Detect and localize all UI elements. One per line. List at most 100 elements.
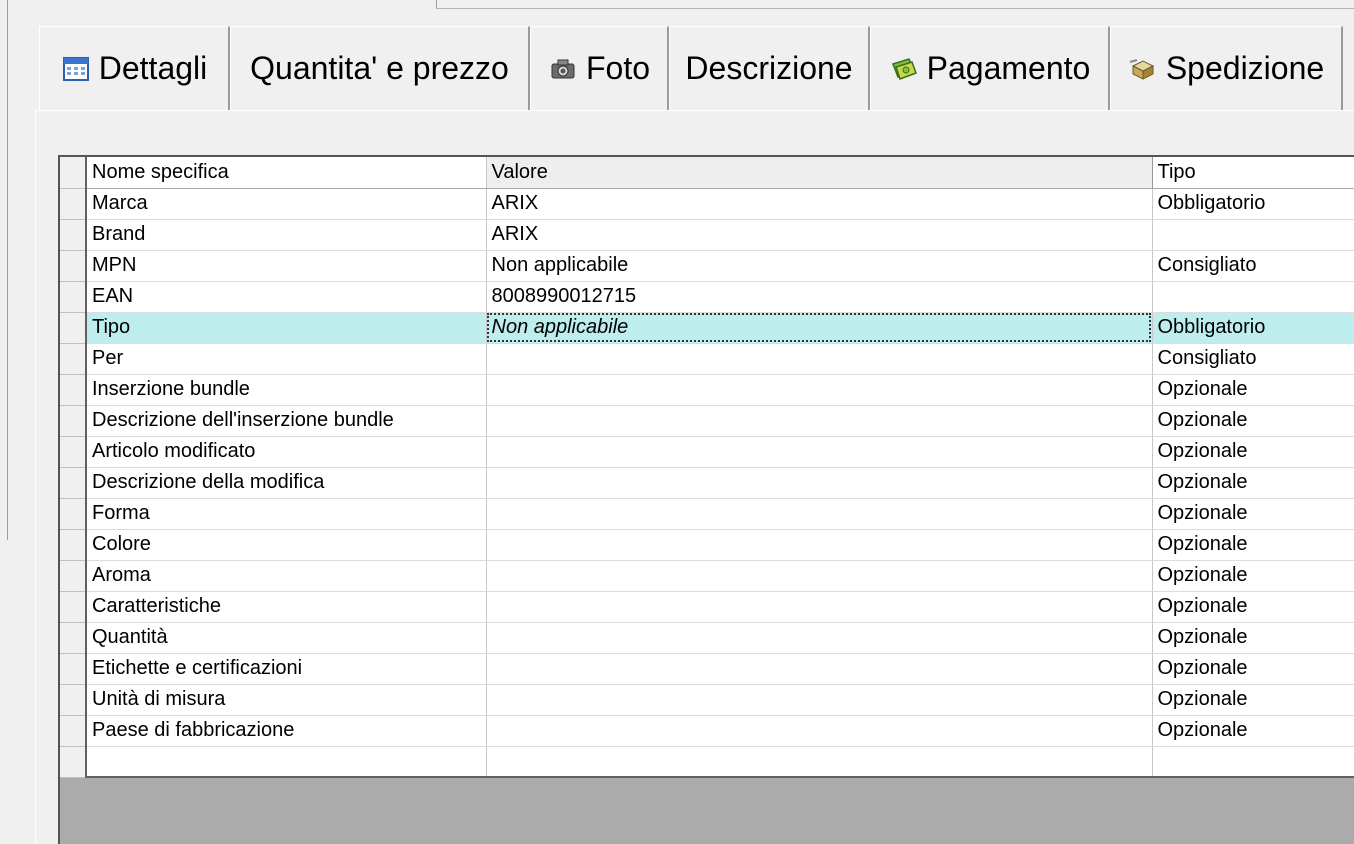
table-row[interactable]: EAN 8008990012715 [60, 281, 1354, 313]
cell-value[interactable] [486, 343, 1153, 375]
table-row[interactable] [60, 746, 1354, 778]
specifics-grid[interactable]: Nome specifica Valore Tipo Marca ARIX Obbl… [58, 155, 1354, 844]
cell-name[interactable]: EAN [86, 281, 487, 313]
cell-value[interactable] [486, 591, 1153, 623]
cell-name[interactable]: Quantità [86, 622, 487, 654]
row-selector[interactable] [60, 374, 87, 406]
cell-name[interactable]: MPN [86, 250, 487, 282]
table-row[interactable]: Per Consigliato [60, 343, 1354, 375]
tab-descrizione[interactable]: Descrizione [669, 26, 870, 110]
column-header-type[interactable]: Tipo [1152, 157, 1354, 189]
table-row[interactable]: Aroma Opzionale [60, 560, 1354, 592]
row-selector[interactable] [60, 560, 87, 592]
row-selector[interactable] [60, 312, 87, 344]
row-selector[interactable] [60, 405, 87, 437]
row-selector[interactable] [60, 529, 87, 561]
cell-name[interactable]: Colore [86, 529, 487, 561]
cell-value[interactable] [486, 653, 1153, 685]
cell-type[interactable]: Opzionale [1152, 467, 1354, 499]
cell-value[interactable] [486, 715, 1153, 747]
tab-pagamento[interactable]: Pagamento [870, 26, 1110, 110]
table-row[interactable]: Unità di misura Opzionale [60, 684, 1354, 716]
table-row[interactable]: Colore Opzionale [60, 529, 1354, 561]
cell-value[interactable] [486, 746, 1153, 778]
cell-name[interactable]: Caratteristiche [86, 591, 487, 623]
table-row[interactable]: Marca ARIX Obbligatorio [60, 188, 1354, 220]
cell-type[interactable]: Opzionale [1152, 374, 1354, 406]
cell-type[interactable]: Opzionale [1152, 653, 1354, 685]
cell-name[interactable]: Inserzione bundle [86, 374, 487, 406]
cell-type[interactable] [1152, 746, 1354, 778]
cell-value[interactable]: ARIX [486, 188, 1153, 220]
row-selector[interactable] [60, 467, 87, 499]
row-selector[interactable] [60, 343, 87, 375]
table-row[interactable]: Brand ARIX [60, 219, 1354, 251]
cell-name[interactable]: Tipo [86, 312, 487, 344]
cell-type[interactable]: Opzionale [1152, 684, 1354, 716]
cell-name[interactable]: Descrizione dell'inserzione bundle [86, 405, 487, 437]
tab-spedizione[interactable]: Spedizione [1110, 26, 1343, 110]
row-selector[interactable] [60, 653, 87, 685]
table-row[interactable]: Caratteristiche Opzionale [60, 591, 1354, 623]
cell-type[interactable]: Consigliato [1152, 250, 1354, 282]
cell-type[interactable]: Opzionale [1152, 715, 1354, 747]
cell-type[interactable]: Obbligatorio [1152, 312, 1354, 344]
cell-name[interactable]: Etichette e certificazioni [86, 653, 487, 685]
cell-value[interactable]: 8008990012715 [486, 281, 1153, 313]
table-row[interactable]: MPN Non applicabile Consigliato [60, 250, 1354, 282]
cell-value[interactable] [486, 374, 1153, 406]
table-row[interactable]: Paese di fabbricazione Opzionale [60, 715, 1354, 747]
cell-type[interactable]: Opzionale [1152, 591, 1354, 623]
cell-value[interactable]: ARIX [486, 219, 1153, 251]
tab-foto[interactable]: Foto [530, 26, 669, 110]
table-row[interactable]: Inserzione bundle Opzionale [60, 374, 1354, 406]
cell-type[interactable]: Obbligatorio [1152, 188, 1354, 220]
cell-name[interactable]: Unità di misura [86, 684, 487, 716]
row-selector[interactable] [60, 746, 87, 778]
cell-value[interactable]: Non applicabile [486, 250, 1153, 282]
cell-name[interactable]: Brand [86, 219, 487, 251]
cell-type[interactable] [1152, 219, 1354, 251]
column-header-name[interactable]: Nome specifica [86, 157, 487, 189]
cell-value[interactable] [486, 467, 1153, 499]
table-row[interactable]: Descrizione della modifica Opzionale [60, 467, 1354, 499]
cell-type[interactable]: Opzionale [1152, 498, 1354, 530]
row-selector[interactable] [60, 498, 87, 530]
row-selector[interactable] [60, 436, 87, 468]
row-selector[interactable] [60, 188, 87, 220]
table-row[interactable]: Descrizione dell'inserzione bundle Opzion… [60, 405, 1354, 437]
cell-name[interactable]: Paese di fabbricazione [86, 715, 487, 747]
cell-value[interactable] [486, 436, 1153, 468]
row-selector[interactable] [60, 591, 87, 623]
row-selector[interactable] [60, 281, 87, 313]
cell-name[interactable]: Per [86, 343, 487, 375]
cell-type[interactable]: Opzionale [1152, 436, 1354, 468]
cell-type[interactable]: Opzionale [1152, 405, 1354, 437]
row-selector[interactable] [60, 622, 87, 654]
row-selector[interactable] [60, 219, 87, 251]
cell-type[interactable]: Consigliato [1152, 343, 1354, 375]
row-selector[interactable] [60, 250, 87, 282]
cell-name[interactable]: Descrizione della modifica [86, 467, 487, 499]
table-row[interactable]: Etichette e certificazioni Opzionale [60, 653, 1354, 685]
table-row[interactable]: Forma Opzionale [60, 498, 1354, 530]
cell-value[interactable] [486, 498, 1153, 530]
cell-name[interactable] [86, 746, 487, 778]
cell-name[interactable]: Articolo modificato [86, 436, 487, 468]
tab-quantita-prezzo[interactable]: Quantita' e prezzo [230, 26, 530, 110]
cell-type[interactable] [1152, 281, 1354, 313]
cell-type[interactable]: Opzionale [1152, 529, 1354, 561]
column-header-value[interactable]: Valore [485, 157, 1153, 189]
row-selector[interactable] [60, 684, 87, 716]
cell-name[interactable]: Forma [86, 498, 487, 530]
cell-name[interactable]: Aroma [86, 560, 487, 592]
table-row[interactable]: Tipo Non applicabile Obbligatorio [60, 312, 1354, 344]
cell-type[interactable]: Opzionale [1152, 622, 1354, 654]
cell-value[interactable] [486, 405, 1153, 437]
table-row[interactable]: Articolo modificato Opzionale [60, 436, 1354, 468]
cell-name[interactable]: Marca [86, 188, 487, 220]
cell-type[interactable]: Opzionale [1152, 560, 1354, 592]
cell-value[interactable] [486, 560, 1153, 592]
row-selector[interactable] [60, 715, 87, 747]
table-row[interactable]: Quantità Opzionale [60, 622, 1354, 654]
